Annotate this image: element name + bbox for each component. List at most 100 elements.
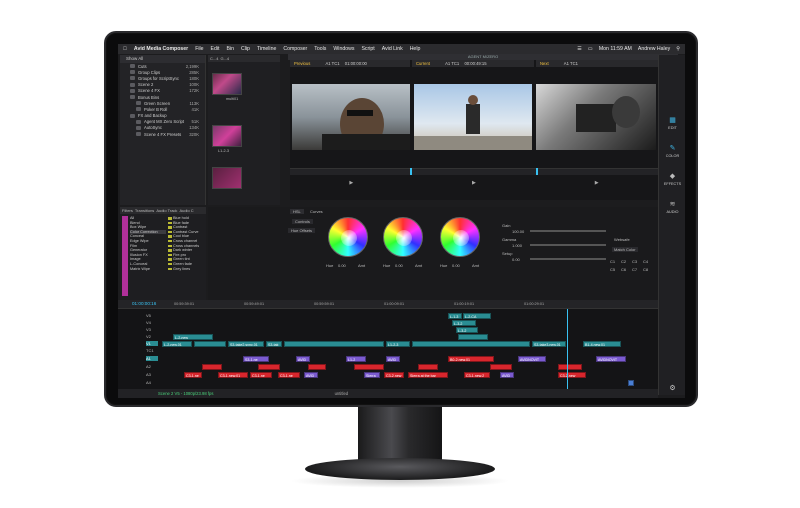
viewer-next-track[interactable]: A1 TC1 [564, 61, 578, 66]
gain-slider[interactable] [530, 230, 606, 232]
sequence-name[interactable]: untitled [335, 391, 349, 396]
track-label[interactable]: A3 [146, 372, 158, 377]
menu-timeline[interactable]: Timeline [257, 46, 276, 52]
menu-bin[interactable]: Bin [227, 46, 235, 52]
track-label[interactable]: TC1 [146, 348, 158, 353]
viewer-current-track[interactable]: A1 TC1 [445, 61, 459, 66]
settings-gear[interactable]: ⚙ [659, 385, 685, 394]
viewer-current-title[interactable]: Current [416, 61, 430, 66]
timeline-clip[interactable]: L1-2-3 [386, 341, 410, 347]
timeline-ruler[interactable]: 01:00:00:16 00:59:39:01 00:59:49:01 00:5… [118, 300, 658, 309]
color-wheel-highlights[interactable] [440, 217, 480, 257]
setup-value[interactable]: 0.00 [512, 257, 520, 262]
gain-value[interactable]: 100.00 [512, 229, 524, 234]
timeline-clip[interactable]: AVID [386, 356, 400, 362]
tab-thumb-1[interactable]: C...4 [210, 56, 218, 61]
timeline-clip[interactable]: S3-take2.sync.01 [228, 341, 264, 347]
battery-icon[interactable]: ▭ [588, 46, 593, 52]
controls-button[interactable]: Controls [292, 219, 313, 224]
viewer-next-title[interactable]: Next [540, 61, 549, 66]
viewer-previous-frame[interactable] [292, 84, 410, 150]
clip-thumbnail[interactable] [212, 125, 242, 147]
timeline-clip[interactable]: AVID [304, 372, 318, 378]
timeline-clip[interactable]: L-3-2 [452, 320, 476, 326]
play-icon[interactable]: ▶ [472, 180, 476, 186]
menu-user[interactable]: Andrew Haley [638, 46, 670, 52]
timeline-clip[interactable]: S3-tak [266, 341, 282, 347]
workspace-effects[interactable]: ◆ EFFECTS [659, 173, 685, 186]
effect-filter[interactable]: Grey lines [168, 267, 204, 272]
viewer-transport-bar[interactable] [290, 168, 658, 175]
viewer-next-frame[interactable] [536, 84, 656, 150]
timeline-clip[interactable]: L-2-new.01 [162, 341, 192, 347]
timeline-clip[interactable] [628, 380, 634, 386]
timeline-clip[interactable]: S3-take3.new.01 [532, 341, 566, 347]
swatch[interactable]: C5 [610, 267, 615, 272]
track-label[interactable]: V1 [146, 341, 158, 346]
timeline-clip[interactable] [258, 364, 280, 370]
gamma-value[interactable]: 1.000 [512, 243, 522, 248]
clip-thumbnail[interactable] [212, 73, 242, 95]
track-label[interactable]: V4 [146, 320, 158, 325]
swatch[interactable]: C6 [621, 267, 626, 272]
menu-windows[interactable]: Windows [333, 46, 354, 52]
swatch[interactable]: C1 [610, 259, 615, 264]
menu-file[interactable]: File [195, 46, 203, 52]
color-wheel-midtones[interactable] [383, 217, 423, 257]
workspace-color[interactable]: ✎ COLOR [659, 145, 685, 158]
timeline-clip[interactable] [354, 364, 384, 370]
timeline-clip[interactable]: L-3-2 [456, 327, 478, 333]
hue-offsets-button[interactable]: Hue Offsets [288, 228, 316, 233]
effect-category[interactable]: Matrix Wipe [130, 267, 166, 272]
workspace-audio[interactable]: ≋ AUDIO [659, 201, 685, 214]
timeline-clip[interactable] [412, 341, 530, 347]
track-label[interactable]: V5 [146, 313, 158, 318]
color-wheel-shadows[interactable] [328, 217, 368, 257]
menu-composer[interactable]: Composer [283, 46, 307, 52]
timeline-clip[interactable] [308, 364, 326, 370]
spotlight-icon[interactable]: ⚲ [676, 46, 680, 52]
track-label[interactable]: A4 [146, 380, 158, 385]
timeline-clip[interactable]: B0-2.new.01 [448, 356, 494, 362]
viewer-position-marker[interactable] [410, 168, 412, 175]
timeline-clip[interactable]: C3-1.ne [278, 372, 300, 378]
tab-audio-clip[interactable]: Audio C [179, 208, 193, 213]
menu-app-name[interactable]: Avid Media Composer [134, 46, 188, 52]
apple-icon[interactable]:  [123, 46, 127, 52]
clip-thumbnail[interactable] [212, 167, 242, 189]
timeline-clip[interactable]: C3-1.ne [250, 372, 272, 378]
menu-tools[interactable]: Tools [314, 46, 326, 52]
tab-transitions[interactable]: Transitions [135, 208, 154, 213]
timeline-clip[interactable]: C3-2.new [558, 372, 586, 378]
menu-help[interactable]: Help [410, 46, 421, 52]
timeline-clip[interactable]: Sierra [364, 372, 380, 378]
timeline-clip[interactable]: B1-4.new.01 [583, 341, 621, 347]
tab-curves[interactable]: Curves [310, 209, 323, 214]
wifi-icon[interactable]: ☰ [577, 46, 582, 52]
match-color-button[interactable]: Match Color [612, 247, 638, 252]
timeline-clip[interactable]: AVID [500, 372, 514, 378]
track-label[interactable]: V3 [146, 327, 158, 332]
timeline-clip[interactable]: C3-2.new [384, 372, 404, 378]
menu-edit[interactable]: Edit [211, 46, 220, 52]
tab-filters[interactable]: Filters [122, 208, 133, 213]
play-icon[interactable]: ▶ [595, 180, 599, 186]
viewer-position-marker[interactable] [536, 168, 538, 175]
timeline-clip[interactable] [558, 364, 582, 370]
timeline-clip[interactable]: L-2-CA [463, 313, 491, 319]
timeline-clip[interactable]: AVIDNOVIT [596, 356, 626, 362]
swatch[interactable]: C3 [632, 259, 637, 264]
timeline-clip[interactable]: C3-1.new.01 [218, 372, 248, 378]
menu-avid-link[interactable]: Avid Link [382, 46, 403, 52]
menu-clock[interactable]: Mon 11:59 AM [599, 46, 632, 52]
timeline-clip[interactable]: S3-1.ne [243, 356, 269, 362]
menu-clip[interactable]: Clip [241, 46, 250, 52]
timeline-clip[interactable] [202, 364, 222, 370]
tab-audio-track[interactable]: Audio Track [156, 208, 177, 213]
viewer-previous-track[interactable]: A1 TC1 [325, 61, 339, 66]
timeline-clip[interactable]: L-2-new [173, 334, 213, 340]
play-icon[interactable]: ▶ [349, 180, 353, 186]
timeline-clip[interactable]: L1-2 [346, 356, 366, 362]
setup-slider[interactable] [530, 258, 606, 260]
timeline-clip[interactable] [284, 341, 384, 347]
